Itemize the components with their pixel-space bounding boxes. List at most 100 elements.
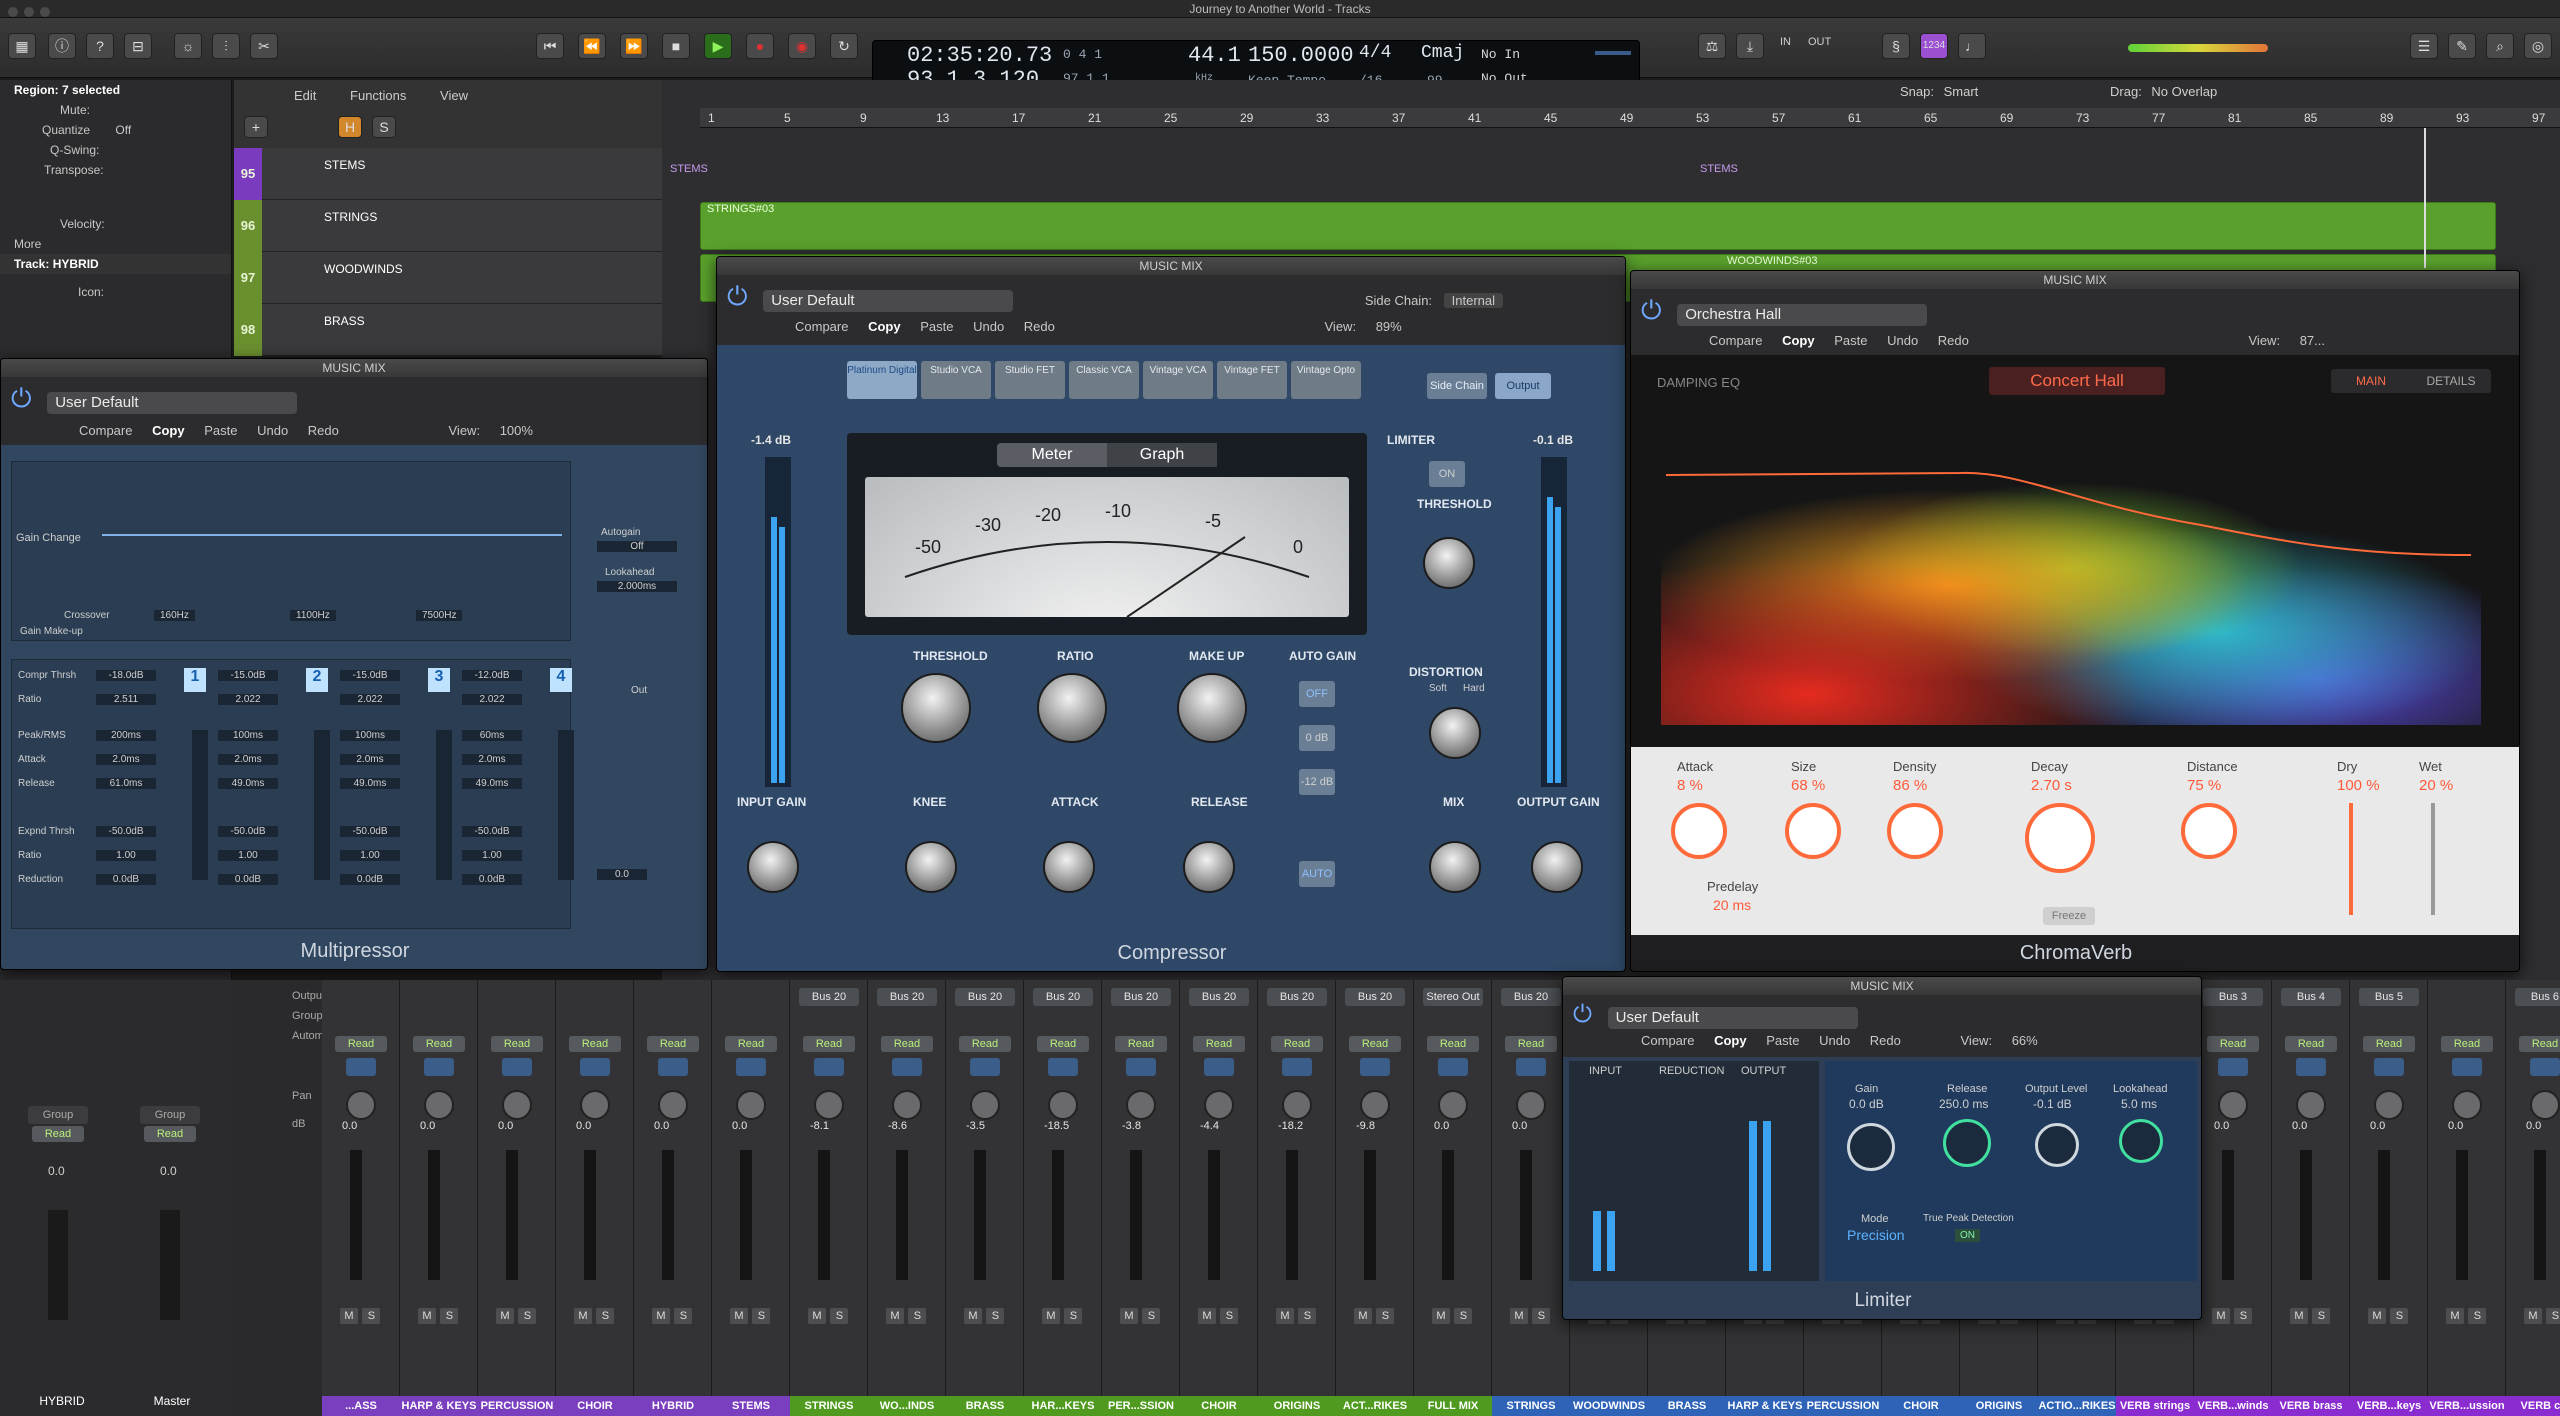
mute-button[interactable]: M [1354,1308,1372,1324]
input-gain-knob[interactable] [747,841,799,893]
band-param-value[interactable]: -18.0dB [96,670,156,681]
volume-fader[interactable] [1130,1150,1142,1280]
read-button[interactable]: Read [1193,1036,1245,1052]
output-gain-knob[interactable] [1531,841,1583,893]
output-slot[interactable]: Bus 5 [2359,988,2419,1006]
read-button[interactable]: Read [2441,1036,2493,1052]
solo-button[interactable]: S [1376,1308,1395,1324]
output-slot[interactable]: Bus 3 [2203,988,2263,1006]
rewind-icon[interactable]: ⏪ [578,33,606,59]
replace-record-icon[interactable]: ◉ [788,33,816,59]
makeup-knob[interactable] [1177,673,1247,743]
gain-knob[interactable] [1847,1123,1895,1171]
volume-db[interactable]: 0.0 [2370,1120,2385,1132]
lookahead-value[interactable]: 5.0 ms [2121,1097,2157,1111]
band-param-value[interactable]: -15.0dB [340,670,400,681]
mute-button[interactable]: M [340,1308,358,1324]
pan-knob[interactable] [658,1090,688,1120]
band-param-value[interactable]: 49.0ms [218,778,278,789]
channel-name[interactable]: ORIGINS [1258,1396,1336,1416]
solo-button[interactable]: S [2468,1308,2487,1324]
inspector-icon[interactable]: ⓘ [48,33,76,59]
reverb-param-value[interactable]: 68 % [1791,777,1825,794]
timeline-ruler[interactable]: 1 5 9 13 17 21 25 29 33 37 41 45 49 53 57 61 65 69 73 77 81 8… [700,108,2560,128]
track-row[interactable]: 96 STRINGS [234,200,662,252]
model-button[interactable]: Vintage Opto [1291,361,1361,399]
power-icon[interactable]: ⏻ [11,383,32,413]
undo-button[interactable]: Undo [965,319,1012,334]
output-slot[interactable]: Bus 20 [799,988,859,1006]
model-button[interactable]: Vintage VCA [1143,361,1213,399]
channel-name[interactable]: ...ASS [322,1396,400,1416]
volume-db[interactable]: 0.0 [654,1120,669,1132]
solo-button[interactable]: S [830,1308,849,1324]
volume-db[interactable]: 0.0 [420,1120,435,1132]
model-button[interactable]: Vintage FET [1217,361,1287,399]
preset-menu[interactable]: User Default [763,290,1014,312]
undo-button[interactable]: Undo [1879,333,1926,348]
punch-out-label[interactable]: OUT [1808,36,1831,48]
channel-name[interactable]: CHOIR [1882,1396,1960,1416]
band-param-value[interactable]: 100ms [340,730,400,741]
channel-strip[interactable]: Bus 4 Read 0.0 M S VERB brass [2272,980,2350,1416]
track-name[interactable]: WOODWINDS [324,262,403,276]
list-editors-icon[interactable]: ☰ [2410,33,2438,59]
notepad-icon[interactable]: ✎ [2448,33,2476,59]
left-db[interactable]: 0.0 [48,1164,65,1178]
volume-fader[interactable] [428,1150,440,1280]
model-button[interactable]: Studio VCA [921,361,991,399]
channel-strip[interactable]: Bus 20 Read -3.8 M S PER...SSION [1102,980,1180,1416]
channel-name[interactable]: PERCUSSION [1804,1396,1882,1416]
master-fader[interactable] [160,1210,180,1320]
channel-name[interactable]: HYBRID [634,1396,712,1416]
reverb-param-knob[interactable] [2181,803,2237,859]
channel-name[interactable]: VERB strings [2116,1396,2194,1416]
solo-button[interactable]: S [1064,1308,1083,1324]
band-param-value[interactable]: 1.00 [218,850,278,861]
mute-button[interactable]: M [730,1308,748,1324]
master-volume-slider[interactable] [2128,44,2268,52]
solo-button[interactable]: S [1454,1308,1473,1324]
channel-strip[interactable]: Bus 20 Read -8.6 M S WO...INDS [868,980,946,1416]
undo-button[interactable]: Undo [1811,1033,1858,1048]
pan-knob[interactable] [2218,1090,2248,1120]
pan-knob[interactable] [1282,1090,1312,1120]
band-param-value[interactable]: 2.022 [462,694,522,705]
power-icon[interactable]: ⏻ [1641,295,1662,325]
mute-button[interactable]: M [964,1308,982,1324]
tracks-menu-edit[interactable]: Edit [294,88,316,103]
cycle-icon[interactable]: ↻ [830,33,858,59]
volume-db[interactable]: -9.8 [1356,1120,1375,1132]
reverb-param-value[interactable]: 20 % [2419,777,2453,794]
reverb-param-knob[interactable] [1887,803,1943,859]
region-stems-2[interactable]: STEMS [1700,163,1738,175]
mode-value[interactable]: Precision [1847,1227,1905,1243]
limiter-threshold-knob[interactable] [1423,537,1475,589]
channel-name[interactable]: CHOIR [556,1396,634,1416]
paste-button[interactable]: Paste [1758,1033,1807,1048]
volume-db[interactable]: 0.0 [498,1120,513,1132]
multipressor-graph[interactable]: Gain Change Crossover Gain Make-up 160Hz… [11,461,571,641]
channel-strip[interactable]: Bus 20 Read -18.2 M S ORIGINS [1258,980,1336,1416]
volume-db[interactable]: -4.4 [1200,1120,1219,1132]
channel-name[interactable]: VERB...ussion [2428,1396,2506,1416]
tracks-menu-functions[interactable]: Functions [350,88,406,103]
meter-graph-toggle[interactable]: Meter Graph [997,443,1217,467]
solo-button[interactable]: S [2234,1308,2253,1324]
threshold-knob[interactable] [901,673,971,743]
plugin-title[interactable]: MUSIC MIX [1,359,707,377]
volume-fader[interactable] [818,1150,830,1280]
band-param-value[interactable]: 200ms [96,730,156,741]
model-button[interactable]: Studio FET [995,361,1065,399]
autogain-value[interactable]: Off [597,541,677,552]
track-header[interactable]: Track: HYBRID [0,254,231,274]
tracks-menu-view[interactable]: View [440,88,468,103]
channel-name[interactable]: VERB...winds [2194,1396,2272,1416]
plugin-title[interactable]: MUSIC MIX [1563,977,2201,995]
power-icon[interactable]: ⏻ [727,281,748,311]
compare-button[interactable]: Compare [787,319,856,334]
output-slot[interactable]: Bus 20 [1033,988,1093,1006]
read-button[interactable]: Read [2363,1036,2415,1052]
read-button[interactable]: Read [2285,1036,2337,1052]
fast-forward-icon[interactable]: ⏩ [620,33,648,59]
